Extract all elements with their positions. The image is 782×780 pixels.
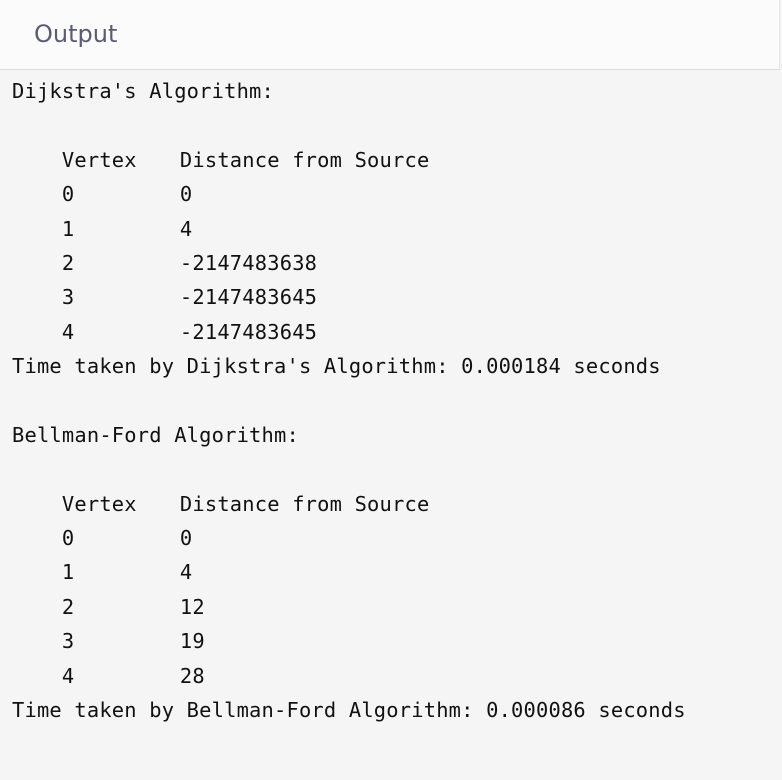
vertex-cell: 4 bbox=[61, 319, 75, 344]
distance-cell: -2147483645 bbox=[179, 319, 318, 344]
vertex-cell: 1 bbox=[61, 216, 75, 241]
distance-column-header: Distance from Source bbox=[179, 491, 430, 516]
vertex-column-header: Vertex bbox=[61, 147, 137, 172]
distance-cell: 0 bbox=[179, 526, 193, 551]
vertex-cell: 3 bbox=[61, 629, 75, 654]
dijkstra-time-line: Time taken by Dijkstra's Algorithm: 0.00… bbox=[12, 354, 661, 379]
vertex-cell: 2 bbox=[61, 594, 75, 619]
distance-cell: 0 bbox=[179, 182, 193, 207]
vertex-cell: 4 bbox=[61, 663, 75, 688]
vertex-cell: 3 bbox=[61, 285, 75, 310]
distance-cell: -2147483645 bbox=[179, 285, 318, 310]
bellman-ford-table-header: Vertex Distance from Source bbox=[12, 452, 772, 516]
output-title: Output bbox=[34, 20, 118, 48]
distance-column-header: Distance from Source bbox=[179, 147, 430, 172]
bellman-ford-time-line: Time taken by Bellman-Ford Algorithm: 0.… bbox=[12, 698, 686, 723]
distance-cell: 12 bbox=[179, 594, 205, 619]
dijkstra-title: Dijkstra's Algorithm: bbox=[12, 79, 275, 103]
distance-cell: 28 bbox=[179, 663, 205, 688]
vertex-column-header: Vertex bbox=[61, 491, 137, 516]
distance-cell: 19 bbox=[179, 629, 205, 654]
vertex-cell: 0 bbox=[61, 526, 75, 551]
output-panel-header: Output bbox=[0, 0, 780, 70]
bellman-ford-title: Bellman-Ford Algorithm: bbox=[12, 422, 299, 447]
distance-cell: 4 bbox=[179, 560, 193, 585]
console-output: Dijkstra's Algorithm: Vertex Distance fro… bbox=[12, 74, 772, 774]
distance-cell: -2147483638 bbox=[179, 250, 318, 275]
dijkstra-table-header: Vertex Distance from Source bbox=[12, 108, 772, 172]
vertex-cell: 1 bbox=[61, 560, 75, 585]
vertex-cell: 0 bbox=[61, 182, 75, 207]
vertex-cell: 2 bbox=[61, 250, 75, 275]
distance-cell: 4 bbox=[179, 216, 193, 241]
